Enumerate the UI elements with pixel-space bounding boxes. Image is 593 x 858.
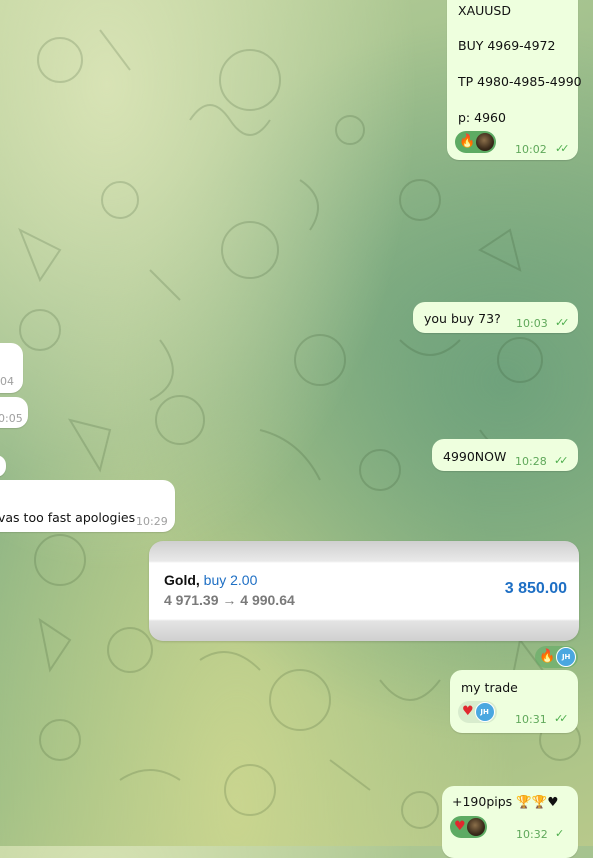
signal-reactions[interactable]: 🔥 xyxy=(455,131,497,153)
heart-emoji: ♥ xyxy=(454,819,466,834)
fire-emoji: 🔥 xyxy=(459,134,476,149)
fire-emoji: 🔥 xyxy=(539,649,556,664)
signal-line-sl: p: 4960 xyxy=(458,110,506,125)
incoming-message-bubble[interactable]: 04 xyxy=(0,343,23,393)
message-text: +190pips 🏆🏆♥ xyxy=(452,794,559,809)
message-reactions[interactable]: ♥ xyxy=(450,816,487,838)
message-time: 10:03 xyxy=(516,317,548,330)
signal-line-buy: BUY 4969-4972 xyxy=(458,38,556,53)
reactor-avatar xyxy=(476,133,495,151)
reactor-avatar xyxy=(466,818,485,836)
signal-line-tp: TP 4980-4985-4990 xyxy=(458,74,582,89)
now-message-bubble[interactable]: 4990NOW 10:28 ✓✓ xyxy=(432,439,578,471)
trade-prices: 4 971.39 → 4 990.64 xyxy=(164,592,295,608)
trade-symbol: Gold, xyxy=(164,572,200,588)
trade-row: Gold, buy 2.00 4 971.39 → 4 990.64 3 850… xyxy=(149,563,579,619)
message-time: 10:29 xyxy=(136,515,168,528)
trade-screenshot-image[interactable]: Gold, buy 2.00 4 971.39 → 4 990.64 3 850… xyxy=(149,541,579,641)
you-buy-message-bubble[interactable]: you buy 73? 10:03 ✓✓ xyxy=(413,302,578,333)
read-checkmarks: ✓✓ xyxy=(555,142,570,155)
reactor-avatar-jh: JH xyxy=(474,702,495,722)
message-text: my trade xyxy=(461,680,518,695)
message-text: vas too fast apologies xyxy=(0,510,136,525)
message-time: 0:05 xyxy=(0,412,23,425)
trade-direction: buy 2.00 xyxy=(203,572,258,588)
trade-profit: 3 850.00 xyxy=(504,580,567,597)
message-time: 04 xyxy=(0,375,14,388)
message-text: you buy 73? xyxy=(424,311,501,326)
my-trade-message-bubble[interactable]: my trade ♥ JH 10:31 ✓✓ xyxy=(450,670,578,733)
sent-checkmark: ✓ xyxy=(555,827,564,840)
signal-time: 10:02 xyxy=(515,143,547,156)
message-time: 10:32 xyxy=(516,828,548,841)
heart-emoji: ♥ xyxy=(462,704,474,719)
message-text: 4990NOW xyxy=(443,449,507,464)
pips-message-bubble[interactable]: +190pips 🏆🏆♥ ♥ 10:32 ✓ xyxy=(442,786,578,858)
apology-message-bubble[interactable]: vas too fast apologies 10:29 xyxy=(0,480,175,532)
message-time: 10:31 xyxy=(515,713,547,726)
signal-line-symbol: XAUUSD xyxy=(458,3,511,18)
read-checkmarks: ✓✓ xyxy=(555,316,570,329)
read-checkmarks: ✓✓ xyxy=(554,712,569,725)
incoming-message-bubble[interactable]: 0:05 xyxy=(0,397,28,428)
message-reactions[interactable]: ♥ JH xyxy=(458,701,497,723)
card-reactions[interactable]: 🔥 JH xyxy=(535,646,579,668)
signal-message-bubble[interactable]: XAUUSD BUY 4969-4972 TP 4980-4985-4990 p… xyxy=(447,0,582,160)
read-checkmarks: ✓✓ xyxy=(554,454,569,467)
reactor-avatar-jh: JH xyxy=(556,647,577,667)
message-time: 10:28 xyxy=(515,455,547,468)
